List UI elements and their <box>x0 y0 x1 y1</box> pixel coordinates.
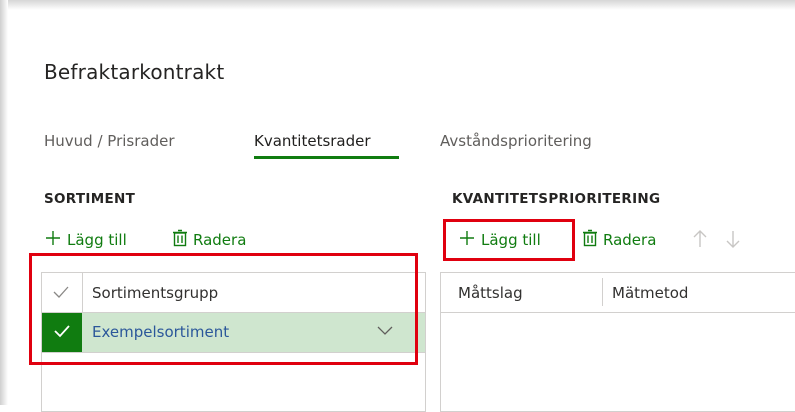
sortiment-add-button[interactable]: Lägg till <box>44 229 127 251</box>
sortiment-delete-button[interactable]: Radera <box>172 229 246 251</box>
trash-icon <box>582 229 598 251</box>
window-top-shadow <box>0 0 795 10</box>
kvantitet-column-divider <box>602 278 603 306</box>
active-tab-indicator <box>254 156 399 159</box>
trash-icon <box>172 229 188 251</box>
tab-avstandsprioritering[interactable]: Avståndsprioritering <box>440 132 592 150</box>
tab-kvantitetsrader[interactable]: Kvantitetsrader <box>254 132 371 150</box>
kvantitet-delete-button[interactable]: Radera <box>582 229 656 251</box>
tab-huvud-prisrader[interactable]: Huvud / Prisrader <box>44 132 175 150</box>
highlight-box-add-button <box>443 219 575 261</box>
sortiment-section-title: SORTIMENT <box>44 191 136 207</box>
window-left-shadow <box>0 0 8 405</box>
kvantitet-section-title: KVANTITETSPRIORITERING <box>452 191 661 207</box>
sortiment-add-label: Lägg till <box>67 231 127 249</box>
sortiment-delete-label: Radera <box>193 231 247 249</box>
kvantitet-grid-header-line <box>440 312 795 313</box>
matmetod-column-header[interactable]: Mätmetod <box>612 284 688 302</box>
highlight-box-sortiment-grid <box>29 253 418 365</box>
arrow-down-icon[interactable] <box>724 229 742 253</box>
plus-icon <box>44 229 62 251</box>
mattslag-column-header[interactable]: Måttslag <box>458 284 523 302</box>
kvantitet-delete-label: Radera <box>603 231 657 249</box>
arrow-up-icon[interactable] <box>691 229 709 253</box>
page-title: Befraktarkontrakt <box>44 60 225 84</box>
